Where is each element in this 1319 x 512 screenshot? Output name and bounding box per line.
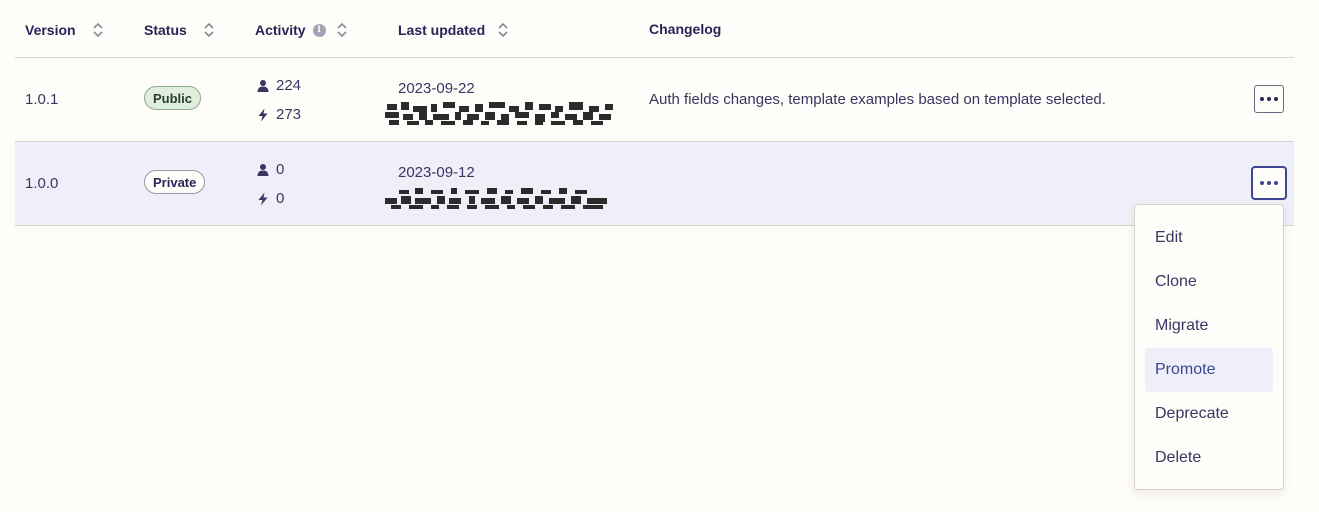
more-horizontal-icon (1260, 181, 1278, 185)
info-icon[interactable]: i (312, 23, 326, 37)
activity-users: 224 (256, 77, 301, 94)
menu-item-migrate[interactable]: Migrate (1145, 304, 1273, 348)
column-header-status[interactable]: Status (144, 21, 215, 39)
redacted-email (385, 102, 613, 125)
changelog-text: Auth fields changes, template examples b… (649, 91, 1106, 108)
activity-zaps: 0 (256, 190, 284, 207)
zap-count: 0 (276, 190, 285, 207)
activity-zaps: 273 (256, 106, 301, 123)
last-updated-date: 2023-09-22 (398, 80, 475, 97)
row-actions-button-active[interactable] (1251, 166, 1287, 200)
menu-item-clone[interactable]: Clone (1145, 260, 1273, 304)
column-header-version[interactable]: Version (25, 21, 104, 39)
last-updated-header-label: Last updated (398, 22, 486, 38)
column-header-last-updated[interactable]: Last updated (398, 21, 509, 39)
versions-table: Version Status Activity i Last updated C… (15, 0, 1294, 226)
bolt-icon (258, 192, 268, 205)
activity-users: 0 (256, 161, 284, 178)
sort-icon[interactable] (497, 21, 509, 39)
row-actions-menu: Edit Clone Migrate Promote Deprecate Del… (1134, 204, 1284, 490)
status-badge: Private (144, 170, 206, 194)
zap-count: 273 (276, 106, 302, 123)
table-header: Version Status Activity i Last updated C… (15, 0, 1294, 58)
column-header-activity[interactable]: Activity i (255, 21, 348, 39)
redacted-email (385, 188, 607, 209)
last-updated-date: 2023-09-12 (398, 164, 475, 181)
status-header-label: Status (144, 22, 187, 38)
user-count: 0 (276, 161, 285, 178)
user-icon (257, 79, 269, 92)
menu-item-promote[interactable]: Promote (1145, 348, 1273, 392)
menu-item-delete[interactable]: Delete (1145, 436, 1273, 480)
version-cell: 1.0.1 (25, 91, 59, 108)
menu-item-edit[interactable]: Edit (1145, 216, 1273, 260)
user-icon (257, 163, 269, 176)
version-header-label: Version (25, 22, 76, 38)
table-row: 1.0.1 Public 224 273 2023-09-22 Auth fie… (15, 58, 1294, 142)
sort-icon[interactable] (203, 21, 215, 39)
changelog-header-label: Changelog (649, 21, 722, 37)
version-cell: 1.0.0 (25, 175, 59, 192)
sort-icon[interactable] (336, 21, 348, 39)
column-header-changelog: Changelog (649, 21, 721, 37)
more-horizontal-icon (1260, 97, 1278, 101)
row-actions-button[interactable] (1254, 85, 1284, 113)
menu-item-deprecate[interactable]: Deprecate (1145, 392, 1273, 436)
bolt-icon (258, 108, 268, 121)
status-badge: Public (144, 86, 202, 110)
activity-header-label: Activity (255, 22, 306, 38)
table-row-selected: 1.0.0 Private 0 0 2023-09-12 (15, 142, 1294, 226)
user-count: 224 (276, 77, 302, 94)
sort-icon[interactable] (92, 21, 104, 39)
